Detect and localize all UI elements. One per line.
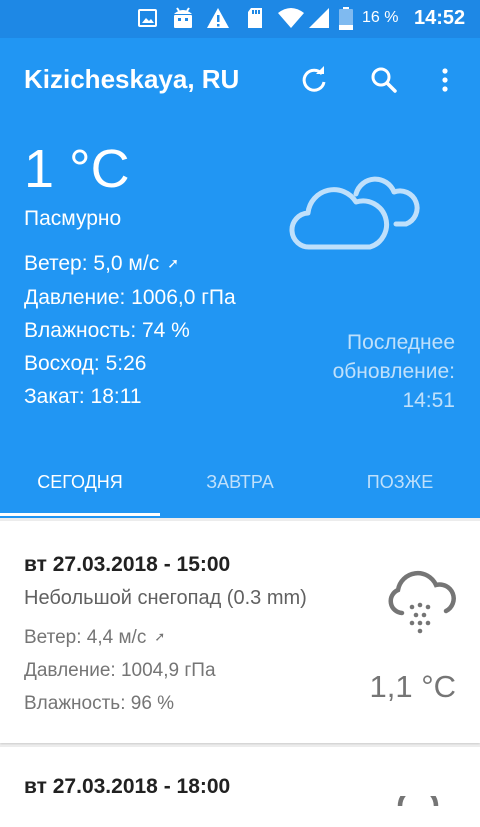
current-pressure: Давление: 1006,0 гПа [24,286,236,309]
forecast-humidity: Влажность: 96 % [24,693,175,714]
cloud-icon [288,164,424,259]
forecast-date: вт 27.03.2018 - 18:00 [24,775,231,798]
tab-bar: СЕГОДНЯ ЗАВТРА ПОЗЖЕ [0,462,480,518]
battery-icon [339,7,353,36]
page-title: Kizicheskaya, RU [24,64,240,94]
forecast-wind: Ветер: 4,4 м/с ➚ [24,627,165,649]
current-sunrise: Восход: 5:26 [24,352,147,375]
last-update-time: 14:51 [402,389,455,412]
warning-icon [206,7,230,34]
refresh-icon [296,66,332,102]
last-update-label-2: обновление: [332,360,455,383]
wifi-icon [277,7,305,34]
last-update: Последнее обновление: 14:51 [333,328,455,415]
cloud-icon [396,785,440,811]
search-button[interactable] [366,62,402,98]
forecast-temperature: 1,1 °C [369,669,457,704]
more-vert-icon [430,68,460,102]
search-icon [366,67,402,102]
wind-value: Ветер: 5,0 м/с [24,252,160,275]
forecast-description: Небольшой снегопад (0.3 mm) [24,587,307,609]
forecast-date: вт 27.03.2018 - 15:00 [24,553,231,576]
refresh-button[interactable] [296,62,332,98]
current-wind: Ветер: 5,0 м/с ➚ [24,252,179,276]
signal-icon [308,7,330,34]
image-icon [138,7,158,34]
current-temperature: 1 °C [24,139,130,199]
snow-cloud-icon [382,567,458,648]
current-description: Пасмурно [24,207,122,230]
tab-tomorrow[interactable]: ЗАВТРА [160,462,320,518]
current-humidity: Влажность: 74 % [24,319,190,342]
current-sunset: Закат: 18:11 [24,385,142,408]
battery-percent: 16 % [362,9,399,26]
wind-direction-icon: ➚ [167,255,179,271]
status-bar: 16 % 14:52 [0,0,480,38]
forecast-card[interactable]: вт 27.03.2018 - 15:00 Небольшой снегопад… [0,521,480,743]
tab-today[interactable]: СЕГОДНЯ [0,462,160,518]
wind-direction-icon: ➚ [154,629,166,644]
clock: 14:52 [414,7,466,29]
forecast-card[interactable]: вт 27.03.2018 - 18:00 [0,747,480,827]
last-update-label-1: Последнее [347,331,455,354]
more-options-button[interactable] [430,62,460,98]
tab-indicator [0,513,160,516]
forecast-pressure: Давление: 1004,9 гПа [24,660,216,681]
android-icon [171,7,195,34]
sd-card-icon [246,7,264,34]
current-weather-panel: Kizicheskaya, RU 1 °C Пасмурно Ветер: 5,… [0,38,480,518]
tab-later[interactable]: ПОЗЖЕ [320,462,480,518]
forecast-wind-value: Ветер: 4,4 м/с [24,627,147,648]
